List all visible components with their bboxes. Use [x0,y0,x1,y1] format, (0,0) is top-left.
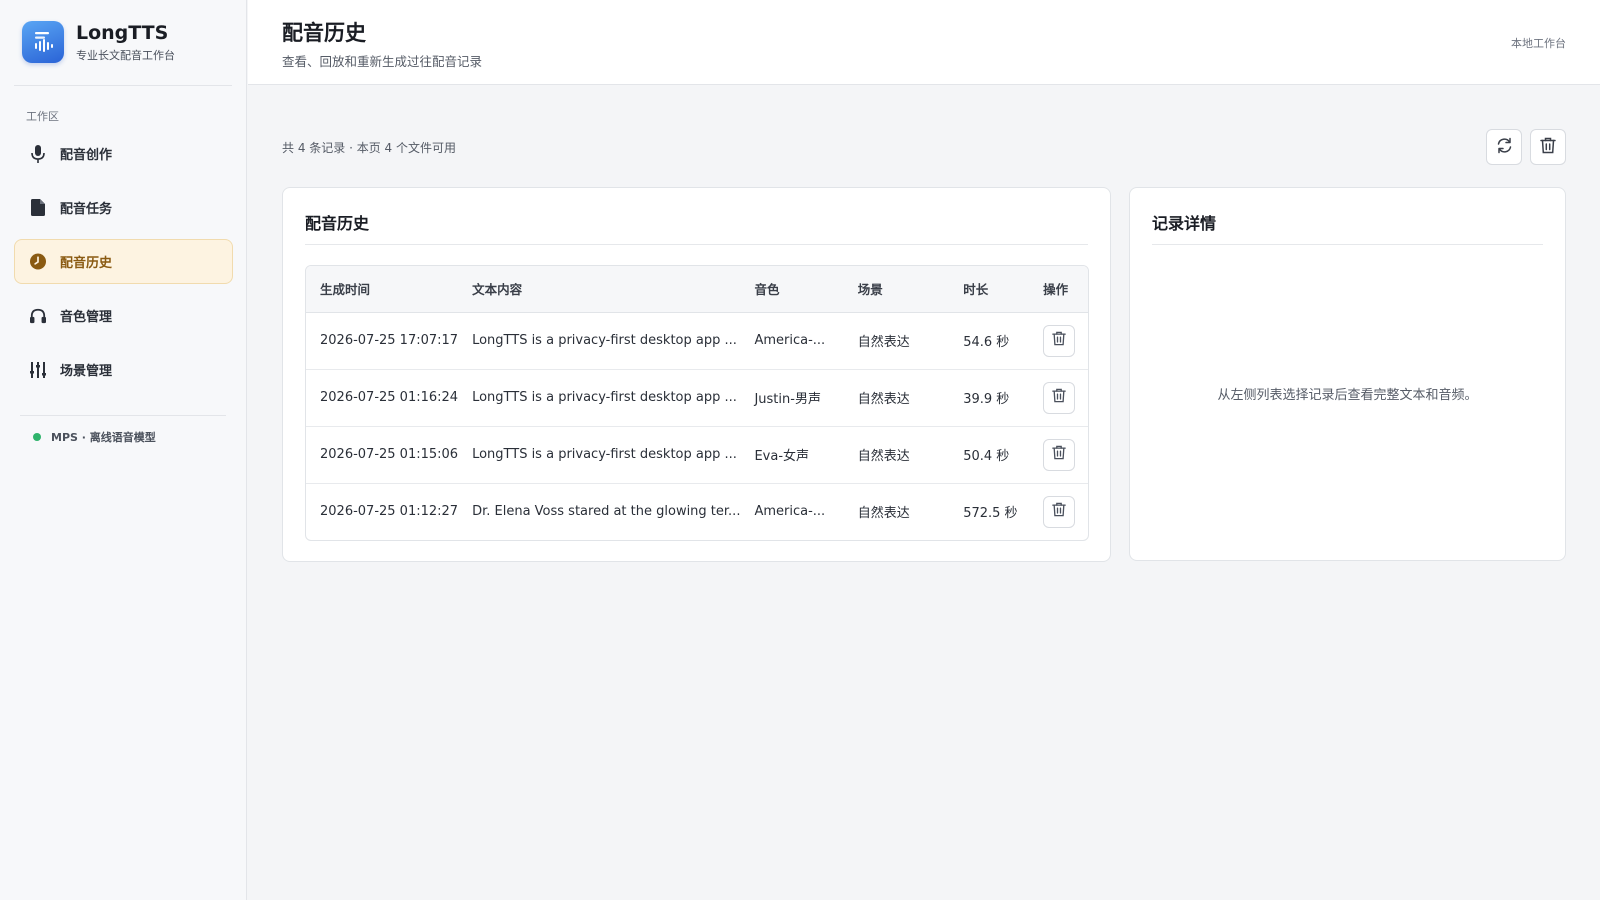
history-card-title: 配音历史 [305,214,370,233]
cell-scene: 自然表达 [843,426,950,484]
engine-status: MPS · 离线语音模型 [33,429,156,445]
cell-time: 2026-07-25 01:12:27 [320,504,459,520]
row-delete-button[interactable] [1043,324,1076,357]
cell-duration: 39.9 秒 [949,369,1030,427]
cell-actions [1029,426,1088,484]
detail-card-title: 记录详情 [1152,214,1217,233]
column-header-actions: 操作 [1029,266,1088,313]
clock-icon [30,253,46,270]
table-row[interactable]: 2026-07-25 17:07:17 LongTTS is a privacy… [306,312,1088,370]
sidebar-divider [20,415,226,416]
sidebar-item-voice-management[interactable]: 音色管理 [14,293,233,338]
sidebar-item-dubbing-history[interactable]: 配音历史 [14,239,233,284]
sidebar-item-dubbing-create[interactable]: 配音创作 [14,131,233,176]
cell-time: 2026-07-25 01:15:06 [306,426,459,484]
app-name: LongTTS [76,22,169,44]
cell-voice: Justin-男声 [740,369,844,427]
row-delete-button[interactable] [1043,495,1076,528]
trash-icon [1052,445,1066,464]
sidebar-divider [14,85,232,86]
column-header-duration: 时长 [949,266,1030,313]
table-row[interactable]: 2026-07-25 01:16:24 LongTTS is a privacy… [306,369,1088,427]
sidebar-item-scene-management[interactable]: 场景管理 [14,347,233,392]
sidebar: LongTTS 专业长文配音工作台 工作区 配音创作 配音任务 配音历史 音色管… [0,0,247,900]
column-header-voice: 音色 [740,266,844,313]
cell-actions [1029,369,1088,427]
page-header: 配音历史 查看、回放和重新生成过往配音记录 本地工作台 [248,0,1600,85]
sidebar-section-label: 工作区 [26,110,59,123]
sliders-icon [30,361,46,378]
app-logo-icon [22,21,64,63]
engine-status-label: MPS · 离线语音模型 [51,431,156,444]
history-table: 生成时间 文本内容 音色 场景 时长 操作 2026-07-25 17:07:1… [305,265,1089,541]
workspace-label: 本地工作台 [1511,37,1566,50]
status-dot [33,433,41,441]
page-subtitle: 查看、回放和重新生成过往配音记录 [282,54,483,69]
row-delete-button[interactable] [1043,438,1076,471]
cell-scene: 自然表达 [843,312,950,370]
cell-time: 2026-07-25 17:07:17 [306,312,459,370]
cell-scene: 自然表达 [843,369,950,427]
trash-icon [1540,137,1556,158]
microphone-icon [30,144,46,163]
card-divider [1152,244,1543,245]
sidebar-item-label: 音色管理 [60,310,113,325]
trash-icon [1052,502,1066,521]
sidebar-item-label: 配音历史 [60,256,113,271]
brand: LongTTS 专业长文配音工作台 [22,21,175,63]
cell-voice: America-... [754,504,826,520]
cell-actions [1029,483,1088,540]
document-icon [30,199,46,216]
cell-duration: 54.6 秒 [949,312,1030,370]
app-tagline: 专业长文配音工作台 [76,49,175,62]
sidebar-item-label: 配音创作 [60,148,113,163]
column-header-time: 生成时间 [306,266,459,313]
cell-voice: America-... [740,312,844,370]
table-row[interactable]: 2026-07-25 01:15:06 LongTTS is a privacy… [306,426,1088,484]
card-divider [305,244,1088,245]
page-title: 配音历史 [282,21,366,45]
refresh-icon [1496,137,1513,158]
record-summary: 共 4 条记录 · 本页 4 个文件可用 [282,141,456,155]
cell-text: LongTTS is a privacy-first desktop app .… [458,369,741,427]
sidebar-item-label: 配音任务 [60,202,113,217]
headphones-icon [30,308,46,324]
column-header-scene: 场景 [843,266,950,313]
cell-text: Dr. Elena Voss stared at the glowing ter… [472,504,741,520]
cell-duration: 572.5 秒 [963,506,1018,522]
trash-icon [1052,388,1066,407]
cell-time: 2026-07-25 01:16:24 [306,369,459,427]
cell-duration: 50.4 秒 [949,426,1030,484]
cell-text: LongTTS is a privacy-first desktop app .… [458,426,741,484]
refresh-button[interactable] [1486,129,1522,165]
trash-icon [1052,331,1066,350]
cell-scene: 自然表达 [857,506,910,522]
detail-card: 记录详情 从左侧列表选择记录后查看完整文本和音频。 [1129,187,1566,561]
history-card: 配音历史 生成时间 文本内容 音色 场景 时长 操作 2026-07-25 17… [282,187,1111,562]
column-header-text: 文本内容 [458,266,741,313]
sidebar-item-label: 场景管理 [60,364,113,379]
clear-history-button[interactable] [1530,129,1566,165]
cell-text: LongTTS is a privacy-first desktop app .… [458,312,741,370]
table-row[interactable]: 2026-07-25 01:12:27 Dr. Elena Voss stare… [306,483,1088,540]
cell-voice: Eva-女声 [740,426,844,484]
sidebar-item-dubbing-tasks[interactable]: 配音任务 [14,185,233,230]
detail-empty-state: 从左侧列表选择记录后查看完整文本和音频。 [1217,388,1478,403]
table-header-row: 生成时间 文本内容 音色 场景 时长 操作 [306,266,1088,313]
cell-actions [1029,312,1088,370]
row-delete-button[interactable] [1043,381,1076,414]
